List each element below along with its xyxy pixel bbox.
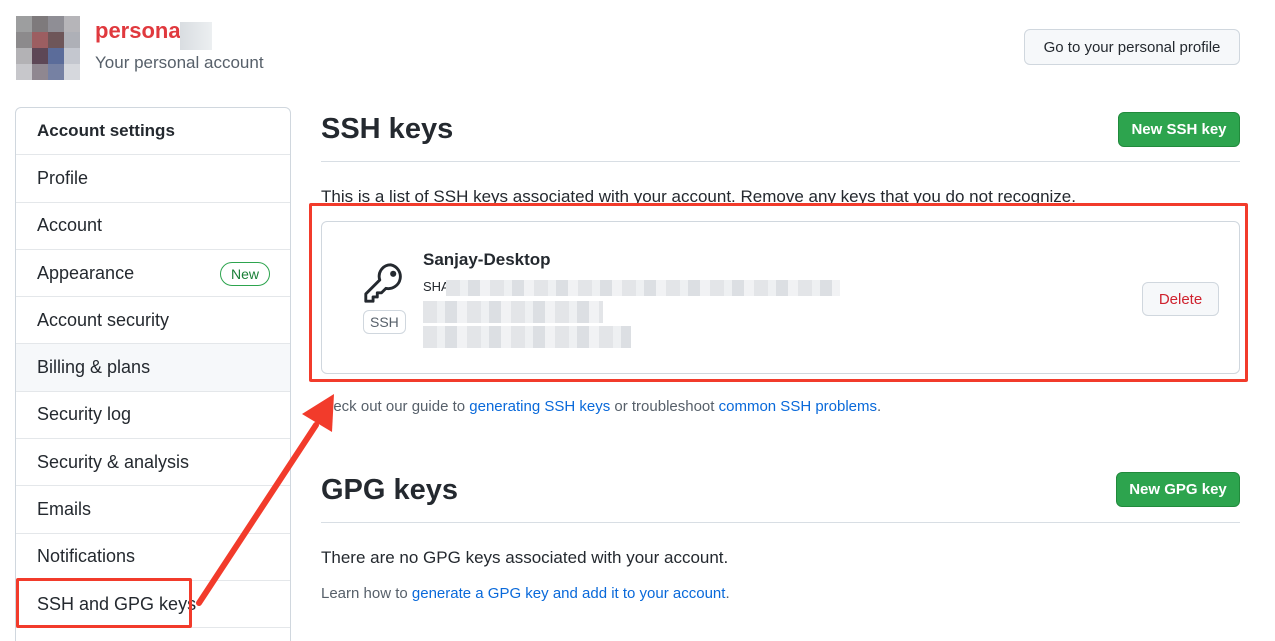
sidebar-heading-account-settings: Account settings — [16, 108, 290, 156]
generating-ssh-keys-link[interactable]: generating SSH keys — [469, 398, 610, 415]
sidebar-item-label: Security & analysis — [37, 451, 190, 472]
redacted-name-blur — [180, 22, 212, 50]
sidebar-item-appearance[interactable]: Appearance New — [16, 250, 290, 298]
new-badge: New — [219, 261, 270, 286]
sidebar-item-profile[interactable]: Profile — [16, 155, 290, 203]
highlight-box-sidebar — [16, 578, 192, 628]
common-ssh-problems-link[interactable]: common SSH problems — [719, 398, 877, 415]
ssh-keys-title: SSH keys — [321, 113, 454, 145]
sidebar-item-emails[interactable]: Emails — [16, 486, 290, 534]
divider — [321, 522, 1240, 523]
sidebar-item-label: Account security — [37, 309, 170, 330]
sidebar-item-notifications[interactable]: Notifications — [16, 534, 290, 581]
learn-prefix: Learn how to — [321, 585, 408, 602]
account-subtitle: Your personal account — [95, 53, 264, 72]
sidebar-item-label: Appearance — [37, 262, 135, 283]
sidebar-item-account-security[interactable]: Account security — [16, 297, 290, 345]
sidebar-item-label: Emails — [37, 499, 92, 520]
gpg-empty-text: There are no GPG keys associated with yo… — [321, 548, 729, 567]
sidebar-item-label: Security log — [37, 404, 132, 425]
highlight-box-ssh-key — [309, 203, 1248, 382]
avatar[interactable] — [16, 16, 80, 80]
sidebar-item-label: Notifications — [37, 546, 136, 567]
gpg-learn-text: Learn how to generate a GPG key and add … — [321, 585, 730, 602]
guide-suffix: . — [877, 398, 882, 415]
sidebar-item-account[interactable]: Account — [16, 203, 290, 250]
new-gpg-key-button[interactable]: New GPG key — [1116, 472, 1240, 507]
guide-prefix: heck out our guide to — [325, 398, 466, 415]
account-name: personal — [95, 18, 187, 43]
sidebar-item-billing-plans[interactable]: Billing & plans — [16, 344, 290, 392]
new-ssh-key-button[interactable]: New SSH key — [1118, 112, 1240, 147]
divider — [321, 161, 1240, 162]
sidebar-item-security-analysis[interactable]: Security & analysis — [16, 439, 290, 487]
gpg-keys-title: GPG keys — [321, 474, 459, 506]
guide-middle: or troubleshoot — [614, 398, 715, 415]
settings-sidebar: Account settings Profile Account Appeara… — [15, 107, 291, 641]
settings-page: personal Your personal account Go to you… — [0, 0, 1275, 641]
sidebar-item-label: Profile — [37, 167, 89, 188]
sidebar-item-label: Account — [37, 215, 103, 236]
ssh-guide-text: heck out our guide to generating SSH key… — [325, 398, 881, 415]
sidebar-item-label: Billing & plans — [37, 357, 151, 378]
generate-gpg-key-link[interactable]: generate a GPG key and add it to your ac… — [412, 585, 726, 602]
learn-suffix: . — [725, 585, 730, 602]
go-to-profile-button[interactable]: Go to your personal profile — [1024, 29, 1240, 65]
sidebar-item-security-log[interactable]: Security log — [16, 392, 290, 440]
